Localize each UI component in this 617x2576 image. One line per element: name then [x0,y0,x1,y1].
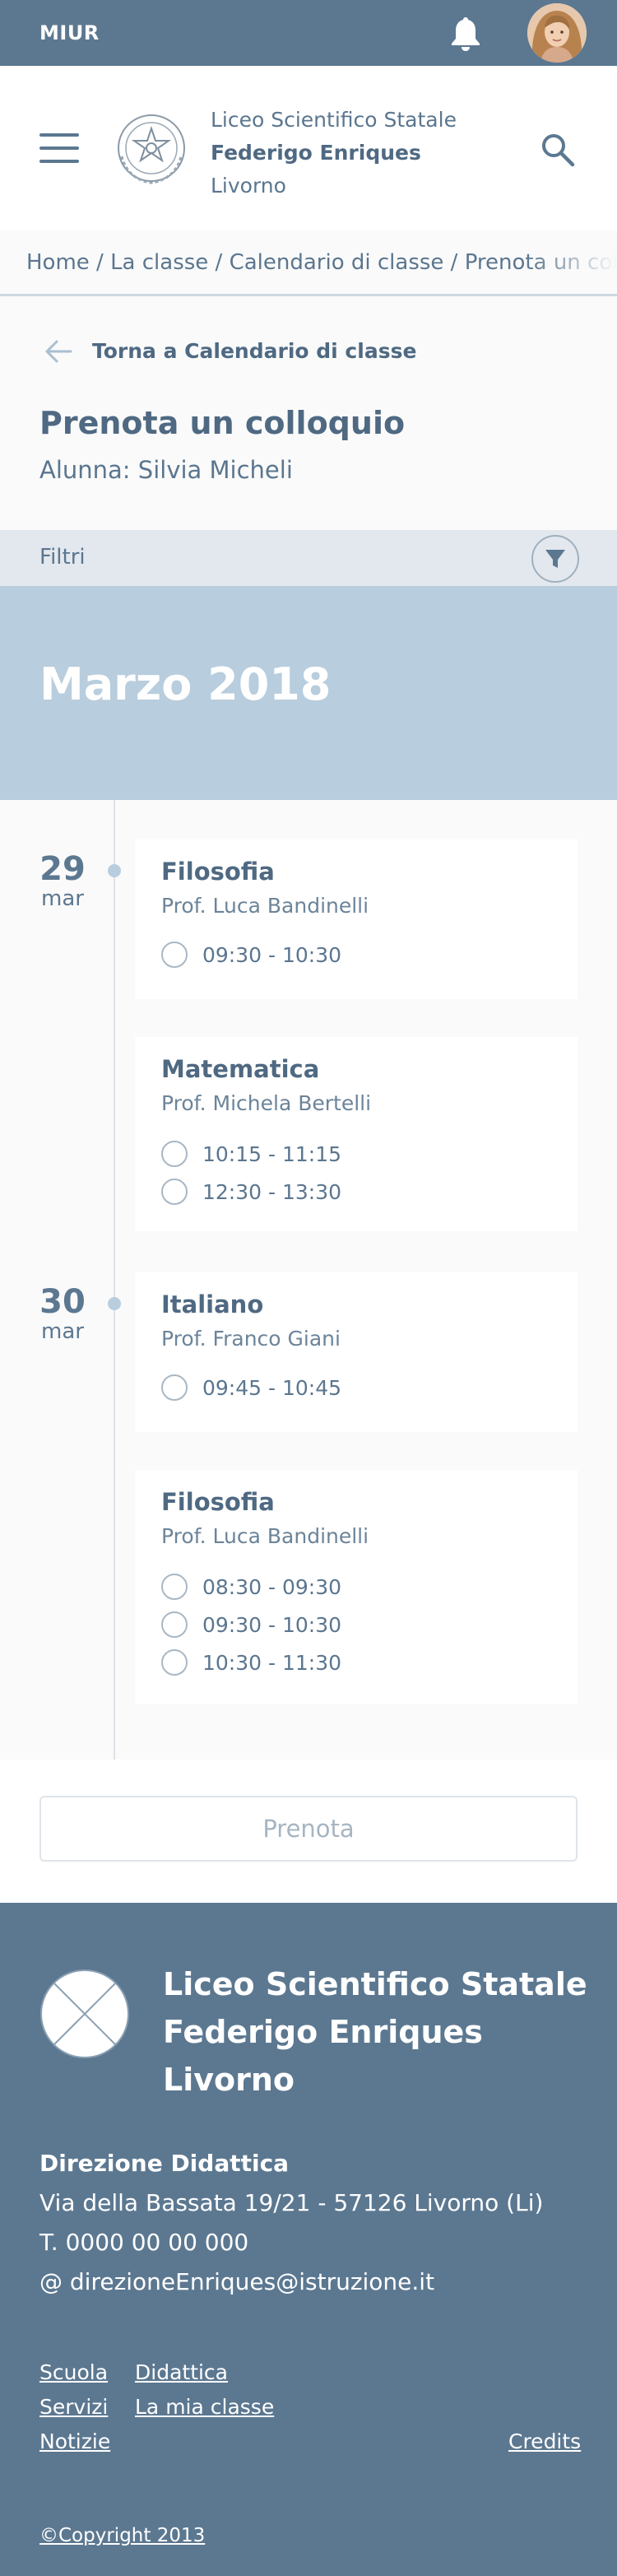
footer-link-credits[interactable]: Credits [508,2430,581,2453]
search-icon[interactable] [540,132,576,168]
day-number: 30 [39,1283,86,1321]
footer-school-title: Federigo Enriques [163,2014,483,2050]
month-label: Marzo 2018 [39,658,332,710]
arrow-left-icon [45,340,72,363]
slot-time: 09:30 - 10:30 [202,943,342,967]
day-month: mar [41,1319,84,1344]
site-header: Liceo Scientifico Statale Federigo Enriq… [0,66,617,230]
school-city: Livorno [211,174,286,198]
footer-office: Direzione Didattica [39,2150,290,2177]
footer-school-city: Livorno [163,2062,295,2098]
slot-time: 08:30 - 09:30 [202,1575,342,1599]
slot-radio[interactable] [161,1141,188,1167]
subject-name: Matematica [161,1055,320,1083]
filter-icon [545,550,565,568]
actions-section: Prenota [0,1760,617,1903]
slot-radio[interactable] [161,1574,188,1600]
month-banner: Marzo 2018 [0,586,617,800]
prenota-button[interactable]: Prenota [39,1796,578,1862]
miur-brand[interactable]: MIUR [39,21,100,44]
back-link-label: Torna a Calendario di classe [92,339,417,363]
slot-radio[interactable] [161,1649,188,1676]
footer-school-type: Liceo Scientifico Statale [163,1966,587,2002]
school-type: Liceo Scientifico Statale [211,108,457,132]
appointment-card: Filosofia Prof. Luca Bandinelli 08:30 - … [135,1470,578,1704]
bell-icon[interactable] [448,15,484,53]
user-avatar[interactable] [527,3,587,63]
slot-time: 09:30 - 10:30 [202,1613,342,1637]
teacher-name: Prof. Michela Bertelli [161,1091,372,1115]
footer-link-la-mia-classe[interactable]: La mia classe [135,2395,274,2419]
student-name: Alunna: Silvia Micheli [39,456,293,484]
subject-name: Italiano [161,1290,264,1318]
appointment-card: Matematica Prof. Michela Bertelli 10:15 … [135,1037,578,1231]
filters-bar: Filtri [0,530,617,586]
day-marker: 30 mar [39,1284,86,1343]
footer-link-didattica[interactable]: Didattica [135,2360,228,2384]
subject-name: Filosofia [161,1488,275,1516]
breadcrumb: Home / La classe / Calendario di classe … [0,230,617,296]
site-footer: Liceo Scientifico Statale Federigo Enriq… [0,1903,617,2576]
slot-time: 10:15 - 11:15 [202,1142,342,1166]
top-bar: MIUR [0,0,617,66]
footer-address: Via della Bassata 19/21 - 57126 Livorno … [39,2189,544,2216]
appointments-timeline: 29 mar Filosofia Prof. Luca Bandinelli 0… [0,800,617,1760]
slot-radio[interactable] [161,1179,188,1205]
slot-time: 09:45 - 10:45 [202,1376,342,1400]
timeline-dot [108,1297,121,1310]
school-name: Federigo Enriques [211,141,421,165]
slot-time: 10:30 - 11:30 [202,1651,342,1675]
slot-radio[interactable] [161,942,188,968]
footer-link-notizie[interactable]: Notizie [39,2430,110,2453]
slot-radio[interactable] [161,1374,188,1401]
footer-phone: T. 0000 00 00 000 [39,2229,249,2256]
appointment-card: Filosofia Prof. Luca Bandinelli 09:30 - … [135,839,578,999]
footer-copyright[interactable]: ©Copyright 2013 [39,2525,205,2546]
slot-radio[interactable] [161,1611,188,1638]
republic-emblem-icon[interactable] [114,107,189,189]
teacher-name: Prof. Luca Bandinelli [161,1524,369,1548]
subject-name: Filosofia [161,858,275,886]
teacher-name: Prof. Franco Giani [161,1327,341,1351]
slot-time: 12:30 - 13:30 [202,1180,342,1204]
page-title: Prenota un colloquio [39,405,406,441]
school-logo-placeholder-icon [39,1969,130,2059]
footer-email[interactable]: @ direzioneEnriques@istruzione.it [39,2268,434,2295]
school-title[interactable]: Liceo Scientifico Statale Federigo Enriq… [211,104,457,202]
teacher-name: Prof. Luca Bandinelli [161,894,369,918]
timeline-dot [108,864,121,877]
filters-label: Filtri [39,545,86,570]
appointment-card: Italiano Prof. Franco Giani 09:45 - 10:4… [135,1272,578,1432]
timeline-line [114,800,115,1760]
footer-school-name: Liceo Scientifico Statale Federigo Enriq… [163,1960,587,2104]
day-marker: 29 mar [39,851,86,910]
day-month: mar [41,886,84,911]
filter-button[interactable] [531,535,579,583]
day-number: 29 [39,850,86,888]
footer-link-scuola[interactable]: Scuola [39,2360,108,2384]
hamburger-icon[interactable] [39,133,79,163]
footer-link-servizi[interactable]: Servizi [39,2395,108,2419]
